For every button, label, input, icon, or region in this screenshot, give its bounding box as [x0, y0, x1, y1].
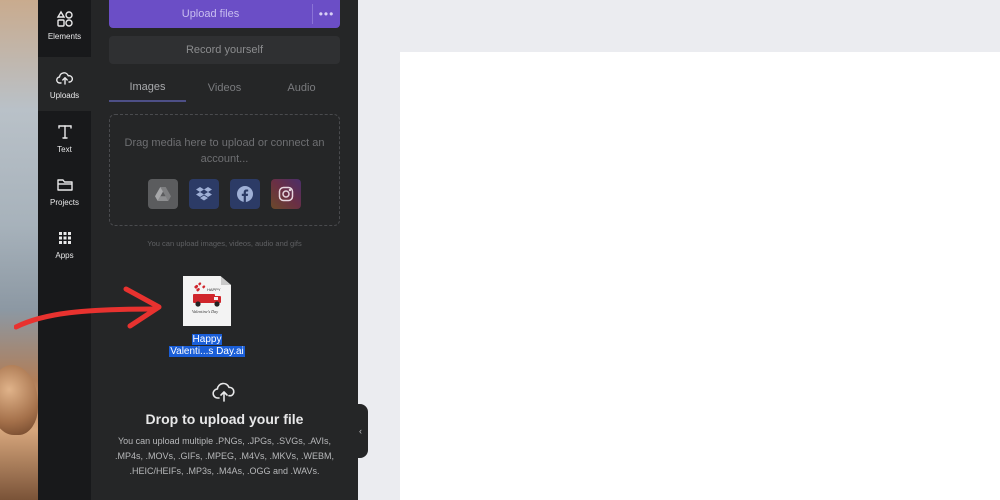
annotation-arrow-icon	[14, 286, 162, 330]
upload-files-button-group: Upload files •••	[109, 0, 340, 28]
wallpaper-rock	[0, 365, 38, 435]
thumbnail-text-happy: HAPPY	[207, 287, 221, 292]
uploads-icon	[55, 71, 73, 85]
dropbox-icon	[196, 187, 212, 201]
rail-item-text[interactable]: Text	[38, 111, 91, 165]
desktop-wallpaper	[0, 0, 38, 500]
rail-item-label: Projects	[50, 197, 79, 207]
elements-icon	[56, 10, 73, 27]
file-name-line-1: Happy	[191, 334, 223, 345]
file-name-line-2: Valenti...s Day.ai	[169, 346, 245, 357]
instagram-button[interactable]	[271, 179, 301, 209]
rail-item-label: Apps	[55, 250, 74, 260]
rail-item-projects[interactable]: Projects	[38, 164, 91, 218]
more-options-button[interactable]: •••	[313, 0, 340, 28]
instagram-icon	[278, 186, 294, 202]
facebook-icon	[237, 186, 253, 202]
facebook-button[interactable]	[230, 179, 260, 209]
dragged-file-thumbnail[interactable]: HAPPY Valentine's Day	[183, 276, 231, 326]
media-tabs: Images Videos Audio	[109, 74, 340, 102]
chevron-left-icon: ‹	[359, 426, 362, 436]
drop-title: Drop to upload your file	[145, 411, 304, 427]
upload-hint: You can upload images, videos, audio and…	[147, 239, 302, 248]
dragged-file-name: Happy Valenti...s Day.ai	[163, 334, 251, 358]
rail-item-elements[interactable]: Elements	[38, 0, 91, 57]
rail-item-label: Uploads	[49, 90, 80, 100]
cloud-upload-icon	[212, 382, 235, 402]
rail-item-label: Elements	[47, 32, 82, 41]
tab-videos[interactable]: Videos	[186, 74, 263, 102]
rail-item-label: Text	[57, 144, 72, 154]
file-corner-fold	[221, 276, 231, 285]
drop-description: You can upload multiple .PNGs, .JPGs, .S…	[114, 436, 335, 476]
tab-audio[interactable]: Audio	[263, 74, 340, 102]
text-icon	[57, 124, 72, 139]
thumbnail-text-valentines: Valentine's Day	[192, 309, 218, 314]
design-canvas-page[interactable]	[400, 52, 1000, 500]
collapse-panel-button[interactable]: ‹	[353, 404, 368, 458]
uploads-panel: Upload files ••• Record yourself Images …	[91, 0, 358, 500]
rail-item-apps[interactable]: Apps	[38, 217, 91, 271]
google-drive-button[interactable]	[148, 179, 178, 209]
tab-images[interactable]: Images	[109, 74, 186, 102]
google-drive-icon	[155, 187, 171, 201]
rail-item-uploads[interactable]: Uploads	[38, 57, 91, 111]
media-dropzone[interactable]: Drag media here to upload or connect an …	[109, 114, 340, 226]
dropzone-text: Drag media here to upload or connect an …	[124, 137, 325, 165]
apps-grid-icon	[58, 231, 71, 244]
dropbox-button[interactable]	[189, 179, 219, 209]
record-yourself-button[interactable]: Record yourself	[109, 36, 340, 64]
folder-icon	[56, 178, 73, 191]
upload-files-button[interactable]: Upload files	[109, 0, 312, 28]
side-navigation-rail: Elements Uploads Text Projects Apps	[38, 0, 91, 500]
